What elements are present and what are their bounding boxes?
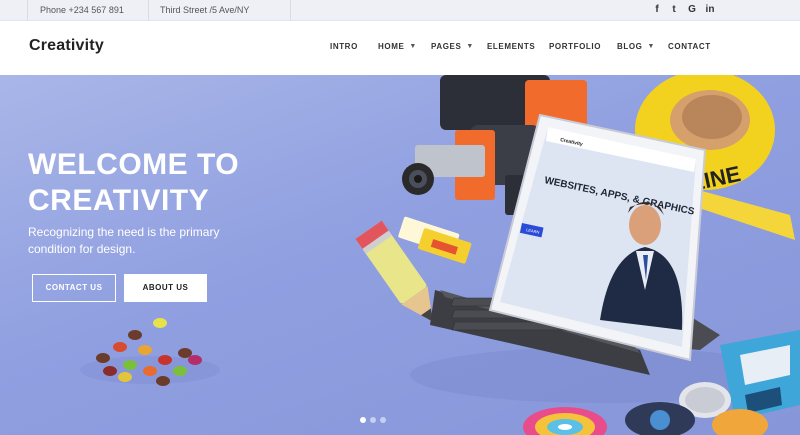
- phone-number: Phone +234 567 891: [40, 5, 124, 15]
- hero-subtitle-line: Recognizing the need is the primary: [28, 225, 220, 239]
- hero-subtitle-line: condition for design.: [28, 242, 136, 256]
- nav-label: PAGES: [431, 42, 462, 51]
- top-info-bar: Phone +234 567 891 Third Street /5 Ave/N…: [0, 0, 800, 21]
- nav-label: HOME: [378, 42, 405, 51]
- about-us-button[interactable]: ABOUT US: [124, 274, 207, 302]
- ticket-graphic: [398, 216, 472, 264]
- twitter-icon[interactable]: t: [667, 3, 681, 17]
- nav-label: INTRO: [330, 42, 358, 51]
- nav-portfolio[interactable]: PORTFOLIO: [549, 42, 601, 51]
- slider-dot[interactable]: [370, 417, 376, 423]
- nav-label: PORTFOLIO: [549, 42, 602, 51]
- hero-title-line: CREATIVITY: [28, 184, 210, 217]
- hero-title-line: WELCOME TO: [28, 148, 240, 181]
- google-plus-icon[interactable]: G: [685, 3, 699, 17]
- nav-blog[interactable]: BLOG ▼: [617, 42, 655, 51]
- facebook-icon[interactable]: f: [650, 3, 664, 17]
- hero-title: WELCOME TO CREATIVITY: [28, 147, 239, 219]
- topbar-divider: [27, 0, 28, 21]
- address: Third Street /5 Ave/NY: [160, 5, 250, 15]
- nav-label: ELEMENTS: [487, 42, 536, 51]
- nav-label: BLOG: [617, 42, 643, 51]
- linkedin-icon[interactable]: in: [703, 3, 717, 17]
- nav-elements[interactable]: ELEMENTS: [487, 42, 535, 51]
- slider-dot[interactable]: [360, 417, 366, 423]
- topbar-divider: [148, 0, 149, 21]
- hero-slider: LINE Creativity WEBSITES, APPS, & GRAPHI…: [0, 75, 800, 435]
- nav-home[interactable]: HOME ▼: [378, 42, 417, 51]
- contact-us-button[interactable]: CONTACT US: [32, 274, 116, 302]
- floppy-disk-graphic: [720, 330, 800, 420]
- hero-subtitle: Recognizing the need is the primary cond…: [28, 224, 248, 258]
- chevron-down-icon: ▼: [409, 43, 417, 50]
- nav-label: CONTACT: [668, 42, 711, 51]
- site-logo[interactable]: Creativity: [29, 37, 104, 55]
- nav-contact[interactable]: CONTACT: [668, 42, 711, 51]
- topbar-divider: [290, 0, 291, 21]
- nav-pages[interactable]: PAGES ▼: [431, 42, 474, 51]
- nav-intro[interactable]: INTRO: [330, 42, 358, 51]
- chevron-down-icon: ▼: [647, 43, 656, 50]
- slider-dot[interactable]: [380, 417, 386, 423]
- site-header: Creativity INTRO HOME ▼ PAGES ▼ ELEMENTS P…: [0, 21, 800, 75]
- chevron-down-icon: ▼: [466, 43, 474, 50]
